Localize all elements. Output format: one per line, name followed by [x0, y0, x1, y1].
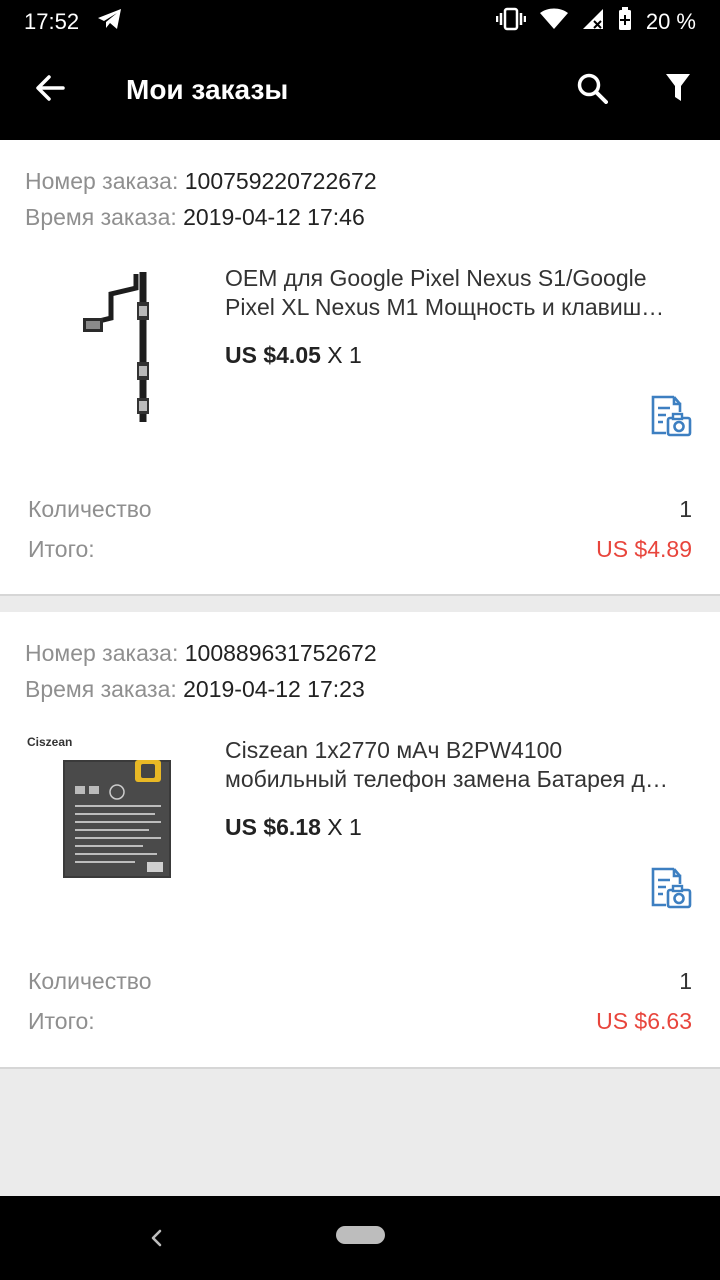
- product-title-line1: Ciszean 1x2770 мАч B2PW4100: [225, 737, 563, 763]
- product-title-line1: OEM для Google Pixel Nexus S1/Google: [225, 265, 647, 291]
- back-arrow-icon: [35, 74, 65, 106]
- quantity-row: Количество 1: [28, 496, 692, 523]
- product-title-line2: мобильный телефон замена Батарея д…: [225, 766, 668, 792]
- order-time-label: Время заказа:: [25, 204, 177, 230]
- price-row: US $6.18 X 1: [225, 814, 362, 841]
- thumb-brand-text: Ciszean: [27, 735, 72, 749]
- price-row: US $4.05 X 1: [225, 342, 362, 369]
- product-title[interactable]: Ciszean 1x2770 мАч B2PW4100 мобильный те…: [225, 736, 695, 794]
- filter-button[interactable]: [654, 66, 702, 114]
- order-number-row: Номер заказа: 100889631752672: [25, 640, 377, 667]
- app-bar: Мои заказы: [0, 44, 720, 140]
- total-label: Итого:: [28, 1008, 95, 1034]
- nav-back-button[interactable]: [144, 1224, 168, 1252]
- total-value: US $6.63: [596, 1008, 692, 1034]
- order-card[interactable]: Номер заказа: 100759220722672 Время зака…: [0, 140, 720, 596]
- search-button[interactable]: [568, 66, 616, 114]
- back-button[interactable]: [26, 66, 74, 114]
- order-time: 2019-04-12 17:46: [183, 204, 365, 230]
- nav-home-pill[interactable]: [336, 1226, 385, 1244]
- product-price: US $4.05: [225, 342, 321, 368]
- product-image-flex-cable[interactable]: [25, 258, 195, 428]
- page-title: Мои заказы: [126, 74, 289, 105]
- order-time: 2019-04-12 17:23: [183, 676, 365, 702]
- order-time-row: Время заказа: 2019-04-12 17:46: [25, 204, 365, 231]
- status-bar: 17:52 20 %: [0, 0, 720, 44]
- filter-icon: [665, 73, 691, 108]
- order-time-label: Время заказа:: [25, 676, 177, 702]
- product-title[interactable]: OEM для Google Pixel Nexus S1/Google Pix…: [225, 264, 695, 322]
- total-value: US $4.89: [596, 536, 692, 562]
- snapshot-button[interactable]: [648, 394, 692, 438]
- vibrate-icon: [495, 7, 527, 37]
- order-number: 100759220722672: [184, 168, 377, 194]
- total-row: Итого: US $6.63: [28, 1008, 692, 1035]
- battery-percent: 20 %: [645, 9, 696, 34]
- signal-icon: [582, 8, 604, 36]
- system-nav-bar: [0, 1196, 720, 1280]
- total-row: Итого: US $4.89: [28, 536, 692, 563]
- order-number-label: Номер заказа:: [25, 640, 179, 666]
- document-camera-icon: [648, 395, 692, 442]
- quantity-value: 1: [679, 496, 692, 522]
- battery-icon: [618, 7, 632, 37]
- wifi-icon: [539, 8, 568, 36]
- status-time: 17:52: [24, 9, 80, 34]
- quantity-label: Количество: [28, 968, 152, 994]
- quantity-value: 1: [679, 968, 692, 994]
- product-image-battery[interactable]: Ciszean: [25, 730, 195, 900]
- product-price: US $6.18: [225, 814, 321, 840]
- chevron-left-icon: [144, 1229, 168, 1256]
- snapshot-button[interactable]: [648, 866, 692, 910]
- product-qty-mult: X 1: [327, 342, 362, 368]
- total-label: Итого:: [28, 536, 95, 562]
- search-icon: [576, 72, 608, 109]
- telegram-icon: [97, 8, 123, 36]
- order-card[interactable]: Номер заказа: 100889631752672 Время зака…: [0, 612, 720, 1069]
- order-number: 100889631752672: [184, 640, 377, 666]
- order-number-label: Номер заказа:: [25, 168, 179, 194]
- order-number-row: Номер заказа: 100759220722672: [25, 168, 377, 195]
- document-camera-icon: [648, 867, 692, 914]
- product-qty-mult: X 1: [327, 814, 362, 840]
- order-time-row: Время заказа: 2019-04-12 17:23: [25, 676, 365, 703]
- quantity-row: Количество 1: [28, 968, 692, 995]
- quantity-label: Количество: [28, 496, 152, 522]
- product-title-line2: Pixel XL Nexus M1 Мощность и клавиш…: [225, 294, 665, 320]
